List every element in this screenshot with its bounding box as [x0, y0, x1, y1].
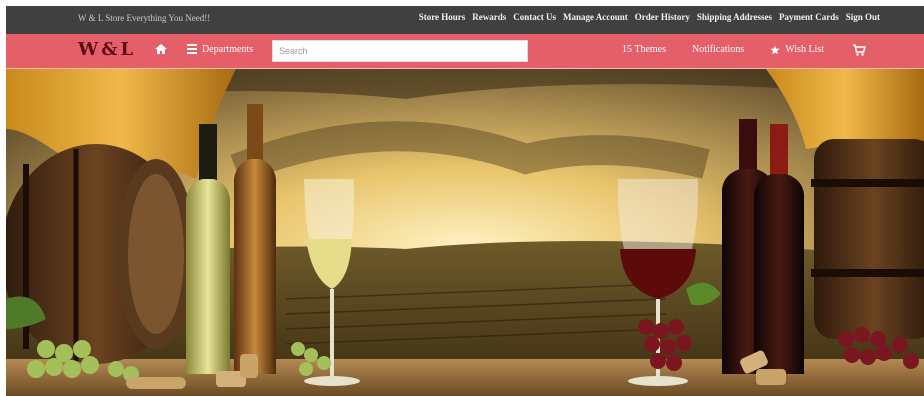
- wishlist-label: Wish List: [785, 44, 824, 55]
- store-tagline: W & L Store Everything You Need!!: [78, 13, 211, 23]
- sign-out-link[interactable]: Sign Out: [846, 12, 880, 22]
- search-input[interactable]: [272, 40, 528, 62]
- menu-icon: [187, 43, 197, 56]
- shipping-addresses-link[interactable]: Shipping Addresses: [697, 12, 772, 22]
- star-icon: [770, 45, 780, 54]
- store-hours-link[interactable]: Store Hours: [419, 12, 466, 22]
- themes-link[interactable]: 15 Themes: [622, 44, 666, 55]
- shopping-cart-icon[interactable]: [852, 43, 866, 57]
- contact-us-link[interactable]: Contact Us: [513, 12, 556, 22]
- rewards-link[interactable]: Rewards: [472, 12, 506, 22]
- payment-cards-link[interactable]: Payment Cards: [779, 12, 839, 22]
- home-icon[interactable]: [154, 42, 168, 56]
- order-history-link[interactable]: Order History: [635, 12, 690, 22]
- navbar-right-links: 15 Themes Notifications Wish List: [622, 44, 864, 55]
- page-frame: W & L Store Everything You Need!! Store …: [6, 6, 924, 396]
- hero-banner: [6, 69, 924, 396]
- departments-menu[interactable]: Departments: [187, 43, 253, 56]
- hero-wine-image: [6, 69, 924, 396]
- departments-label: Departments: [202, 44, 254, 55]
- store-logo[interactable]: W&L: [78, 39, 136, 60]
- manage-account-link[interactable]: Manage Account: [563, 12, 628, 22]
- notifications-link[interactable]: Notifications: [692, 44, 744, 55]
- themes-label: Themes: [634, 44, 667, 55]
- account-links: Store Hours Rewards Contact Us Manage Ac…: [419, 12, 880, 22]
- top-utility-bar: W & L Store Everything You Need!! Store …: [6, 6, 924, 34]
- main-navbar: W&L Departments 15 Themes Notifications …: [6, 34, 924, 69]
- wishlist-link[interactable]: Wish List: [770, 44, 824, 55]
- themes-count: 15: [622, 44, 633, 55]
